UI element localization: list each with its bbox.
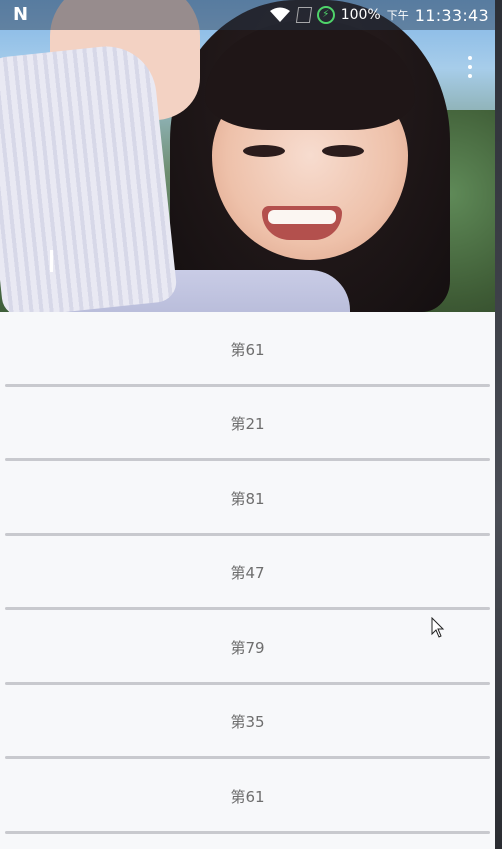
divider [5, 830, 490, 834]
list-item[interactable]: 第81 [0, 461, 495, 536]
status-bar: N ⚡ 100% 下午 11:33:43 [0, 0, 495, 30]
list-item[interactable]: 第79 [0, 610, 495, 685]
wifi-icon [269, 7, 290, 22]
list-item-label: 第21 [230, 415, 265, 434]
list-item-label: 第47 [230, 564, 265, 583]
battery-charging-icon: ⚡ [316, 6, 335, 24]
battery-percentage: 100% [340, 7, 381, 23]
clock: 11:33:43 [414, 5, 489, 25]
list-item[interactable]: 第47 [0, 536, 495, 610]
status-icons: ⚡ 100% 下午 11:33:43 [269, 0, 489, 30]
list-item-label: 第35 [230, 713, 265, 732]
notification-n-icon: N [13, 4, 29, 25]
mouse-pointer-icon [431, 617, 445, 638]
overflow-menu-icon[interactable] [463, 56, 477, 78]
list-item-label: 第79 [230, 638, 265, 657]
list-item-label: 第81 [230, 489, 265, 508]
list-item[interactable]: 第21 [0, 387, 495, 461]
header-scroll-indicator [50, 250, 53, 272]
time-period: 下午 [386, 9, 409, 22]
list-item-label: 第61 [230, 787, 265, 806]
list-item[interactable]: 第61 [0, 312, 495, 387]
list-item-label: 第61 [230, 340, 265, 359]
list-item[interactable]: 第61 [0, 759, 495, 834]
app-screen: N ⚡ 100% 下午 11:33:43 第61 第21 第81 第47 第79… [0, 0, 495, 849]
no-sim-icon [295, 7, 312, 23]
list-item[interactable]: 第35 [0, 685, 495, 759]
header-photo [0, 0, 495, 312]
item-list: 第61 第21 第81 第47 第79 第35 第61 [0, 312, 495, 834]
window-edge [495, 0, 502, 849]
